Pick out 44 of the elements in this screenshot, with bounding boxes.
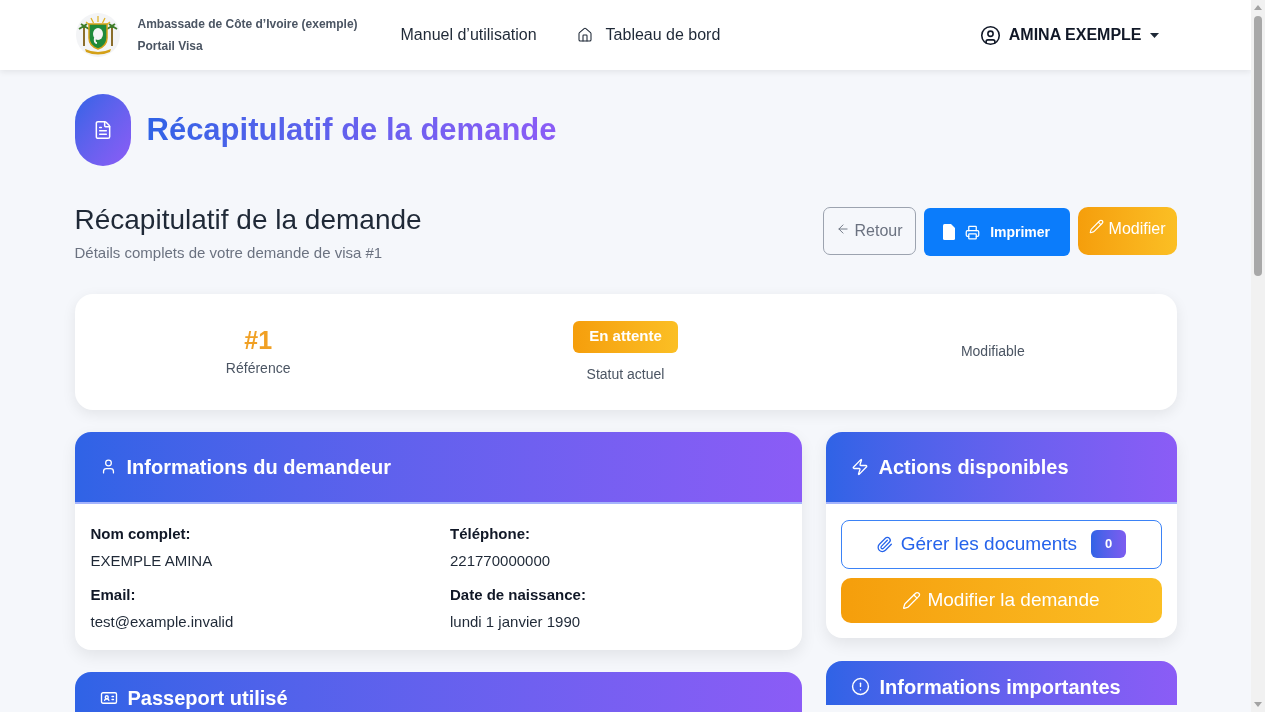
field-label: Email: [90,584,137,605]
manage-documents-button[interactable]: Gérer les documents 0 [840,519,1162,569]
card-title: Informations importantes [879,674,1121,699]
pencil-icon [1088,219,1104,234]
paperclip-icon [875,535,893,553]
reference-number: #1 [244,325,273,356]
arrow-left-icon [835,222,850,236]
home-icon [576,27,593,43]
card-title: Passeport utilisé [127,685,288,710]
user-menu[interactable]: AMINA EXEMPLE [979,23,1159,47]
caret-icon [1149,32,1159,38]
section-title: Récapitulatif de la demande [74,203,422,237]
nav-link[interactable]: Tableau de bord [576,23,721,47]
nav-link[interactable]: Manuel d’utilisation [400,23,537,47]
field-value: EXEMPLE AMINA [90,551,214,571]
scroll-down-icon[interactable] [1254,702,1262,707]
scrollbar[interactable] [1251,0,1265,712]
alert-icon [850,676,870,696]
print-button[interactable]: Imprimer [923,208,1070,256]
brand-name[interactable]: Ambassade de Côte d’Ivoire (exemple) [137,15,383,33]
scroll-up-icon[interactable] [1254,5,1262,10]
field-label: Date de naissance: [450,584,587,605]
field-label: Téléphone: [450,523,531,544]
field-label: Nom complet: [90,523,192,544]
file-icon [943,224,956,240]
lightning-icon [850,457,869,476]
field-value: 221770000000 [450,551,552,571]
status-label: Statut actuel [586,364,665,384]
section-subtitle: Détails complets de votre demande de visa #1 [74,243,384,263]
status-badge: En attente [573,320,678,353]
printer-icon [965,224,981,240]
scrollbar-thumb[interactable] [1254,16,1262,276]
pencil-icon [902,590,922,610]
card-title: Informations du demandeur [126,454,391,479]
coat-of-arms-logo[interactable] [74,12,121,58]
back-button[interactable]: Retour [822,207,916,255]
reference-label: Référence [225,359,291,378]
brand-subtitle: Portail Visa [137,38,204,55]
card-title: Actions disponibles [878,454,1069,479]
count-badge: 0 [1091,530,1127,558]
editable-note: Modifiable [960,342,1025,361]
field-value: test@example.invalid [90,612,235,632]
user-icon [979,24,1001,46]
field-value: lundi 1 janvier 1990 [450,612,582,632]
